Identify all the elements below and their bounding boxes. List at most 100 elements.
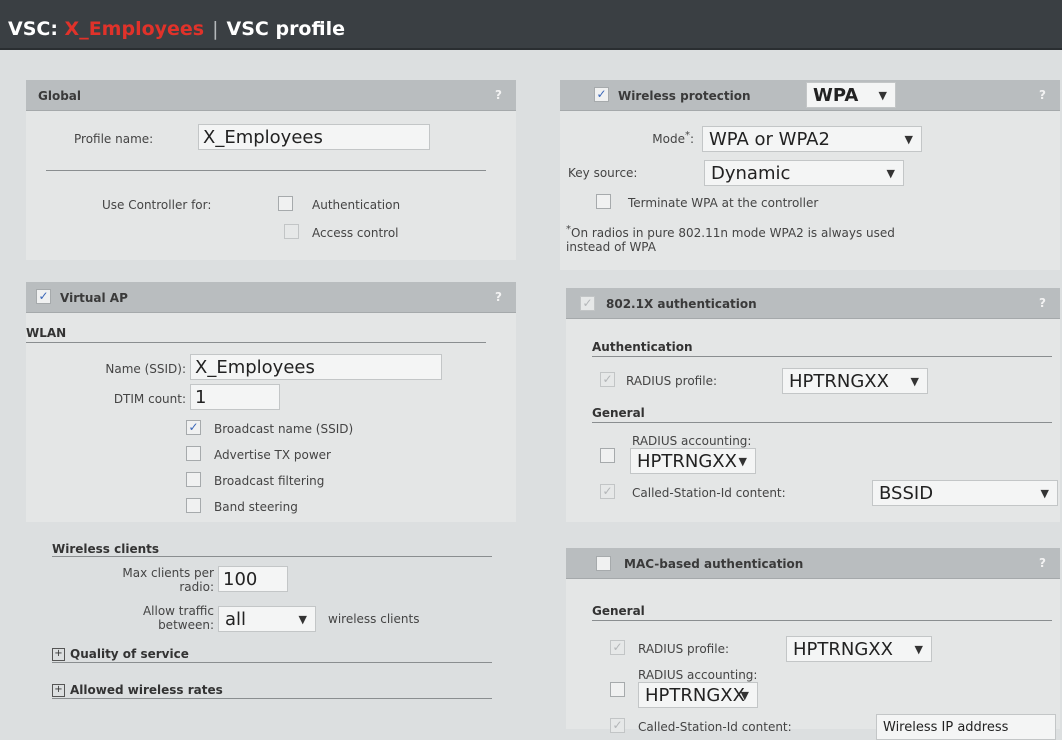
divider	[592, 422, 1052, 423]
dot1x-checkbox[interactable]: ✓	[580, 296, 595, 311]
mac-radius-accounting-value: HPTRNGXX	[645, 685, 745, 706]
mode-label-text: Mode	[652, 132, 685, 146]
title-bar: VSC: X_Employees | VSC profile	[0, 0, 1062, 50]
chevron-down-icon: ▼	[904, 133, 913, 146]
dot1x-radius-accounting-select[interactable]: HPTRNGXX ▼	[630, 448, 756, 474]
terminate-wpa-label: Terminate WPA at the controller	[628, 196, 819, 210]
wpa2-note-line2: instead of WPA	[566, 240, 656, 254]
mode-value: WPA or WPA2	[709, 129, 830, 150]
mac-called-station-checkbox[interactable]: ✓	[610, 718, 625, 733]
allow-traffic-suffix: wireless clients	[328, 612, 420, 626]
mac-auth-header: MAC-based authentication ?	[566, 548, 1060, 579]
mode-select[interactable]: WPA or WPA2 ▼	[702, 126, 922, 152]
mac-called-station-value: Wireless IP address	[883, 720, 1009, 735]
dot1x-called-station-select[interactable]: BSSID ▼	[872, 480, 1058, 506]
help-icon[interactable]: ?	[495, 290, 502, 304]
access-control-label: Access control	[312, 226, 399, 240]
help-icon[interactable]: ?	[1039, 296, 1046, 310]
wireless-protection-header: ✓ Wireless protection WPA ▼ ?	[560, 80, 1060, 111]
qos-link[interactable]: Quality of service	[70, 647, 189, 661]
title-separator: |	[212, 18, 219, 40]
broadcast-name-label: Broadcast name (SSID)	[214, 422, 354, 436]
help-icon[interactable]: ?	[495, 88, 502, 102]
mac-radius-profile-value: HPTRNGXX	[793, 639, 893, 660]
allow-traffic-label-line2: between:	[158, 618, 214, 632]
band-steering-label: Band steering	[214, 500, 298, 514]
chevron-down-icon: ▼	[878, 89, 887, 102]
dot1x-auth-heading: Authentication	[592, 340, 693, 354]
chevron-down-icon: ▼	[1040, 487, 1049, 500]
divider	[592, 356, 1052, 357]
expand-rates-icon[interactable]: +	[52, 684, 65, 697]
divider	[26, 342, 486, 343]
profile-name-input[interactable]: X_Employees	[198, 124, 430, 150]
dot1x-header: ✓ 802.1X authentication ?	[566, 288, 1060, 319]
broadcast-name-checkbox[interactable]: ✓	[186, 420, 201, 435]
wlan-heading: WLAN	[26, 326, 67, 340]
wpa2-note-line1: *On radios in pure 802.11n mode WPA2 is …	[566, 224, 895, 240]
band-steering-checkbox[interactable]	[186, 498, 201, 513]
key-source-select[interactable]: Dynamic ▼	[704, 160, 904, 186]
mac-radius-profile-select[interactable]: HPTRNGXX ▼	[786, 636, 932, 662]
mac-radius-accounting-checkbox[interactable]	[610, 682, 625, 697]
key-source-label: Key source:	[568, 166, 638, 180]
dot1x-radius-profile-value: HPTRNGXX	[789, 371, 889, 392]
max-clients-input[interactable]: 100	[218, 566, 288, 592]
allow-traffic-select[interactable]: all ▼	[218, 606, 316, 632]
mac-auth-title: MAC-based authentication	[624, 557, 804, 571]
mode-label: Mode*:	[580, 130, 694, 146]
dot1x-radius-profile-label: RADIUS profile:	[626, 374, 718, 388]
page-title: VSC: X_Employees | VSC profile	[8, 18, 345, 40]
advertise-tx-label: Advertise TX power	[214, 448, 331, 462]
dot1x-radius-profile-checkbox[interactable]: ✓	[600, 372, 615, 387]
wireless-protection-panel: ✓ Wireless protection WPA ▼ ? Mode*: WPA…	[560, 80, 1060, 270]
wireless-protection-title: Wireless protection	[618, 89, 751, 103]
advertise-tx-checkbox[interactable]	[186, 446, 201, 461]
broadcast-filtering-checkbox[interactable]	[186, 472, 201, 487]
mac-auth-checkbox[interactable]	[596, 556, 611, 571]
dtim-label: DTIM count:	[113, 392, 186, 406]
virtual-ap-header: ✓ Virtual AP ?	[26, 282, 516, 313]
chevron-down-icon: ▼	[738, 455, 747, 468]
dtim-input[interactable]: 1	[190, 384, 280, 410]
mac-called-station-select[interactable]: Wireless IP address	[876, 714, 1056, 740]
wireless-protection-checkbox[interactable]: ✓	[594, 87, 609, 102]
authentication-label: Authentication	[312, 198, 401, 212]
help-icon[interactable]: ?	[1039, 556, 1046, 570]
global-header: Global ?	[26, 80, 516, 111]
help-icon[interactable]: ?	[1039, 88, 1046, 102]
divider	[592, 620, 1052, 621]
allow-traffic-label-line1: Allow traffic	[142, 604, 214, 618]
mac-radius-profile-checkbox[interactable]: ✓	[610, 640, 625, 655]
wireless-clients-section: Wireless clients Max clients per radio: …	[40, 532, 510, 722]
divider	[52, 662, 492, 663]
dot1x-radius-accounting-checkbox[interactable]	[600, 448, 615, 463]
chevron-down-icon: ▼	[298, 613, 307, 626]
dot1x-panel: ✓ 802.1X authentication ? Authentication…	[566, 288, 1060, 522]
mac-radius-accounting-label: RADIUS accounting:	[638, 668, 758, 682]
dot1x-radius-profile-select[interactable]: HPTRNGXX ▼	[782, 368, 928, 394]
wireless-protection-select[interactable]: WPA ▼	[806, 82, 896, 108]
mode-colon: :	[689, 132, 694, 146]
allow-traffic-value: all	[225, 609, 247, 630]
chevron-down-icon: ▼	[886, 167, 895, 180]
mac-called-station-label: Called-Station-Id content:	[638, 720, 792, 734]
key-source-value: Dynamic	[711, 163, 791, 184]
max-clients-label-line2: radio:	[179, 580, 214, 594]
dot1x-called-station-value: BSSID	[879, 483, 934, 504]
dot1x-called-station-checkbox[interactable]: ✓	[600, 484, 615, 499]
mac-general-heading: General	[592, 604, 645, 618]
access-control-checkbox[interactable]	[284, 224, 299, 239]
profile-name-label: Profile name:	[74, 132, 154, 146]
mac-radius-accounting-select[interactable]: HPTRNGXX ▼	[638, 682, 758, 708]
expand-qos-icon[interactable]: +	[52, 648, 65, 661]
virtual-ap-checkbox[interactable]: ✓	[36, 289, 51, 304]
dot1x-title: 802.1X authentication	[606, 297, 757, 311]
allowed-rates-link[interactable]: Allowed wireless rates	[70, 683, 223, 697]
terminate-wpa-checkbox[interactable]	[596, 194, 611, 209]
wireless-protection-value: WPA	[813, 85, 859, 106]
max-clients-label-line1: Max clients per	[122, 566, 214, 580]
use-controller-label: Use Controller for:	[102, 198, 212, 212]
authentication-checkbox[interactable]	[278, 196, 293, 211]
ssid-input[interactable]: X_Employees	[190, 354, 442, 380]
